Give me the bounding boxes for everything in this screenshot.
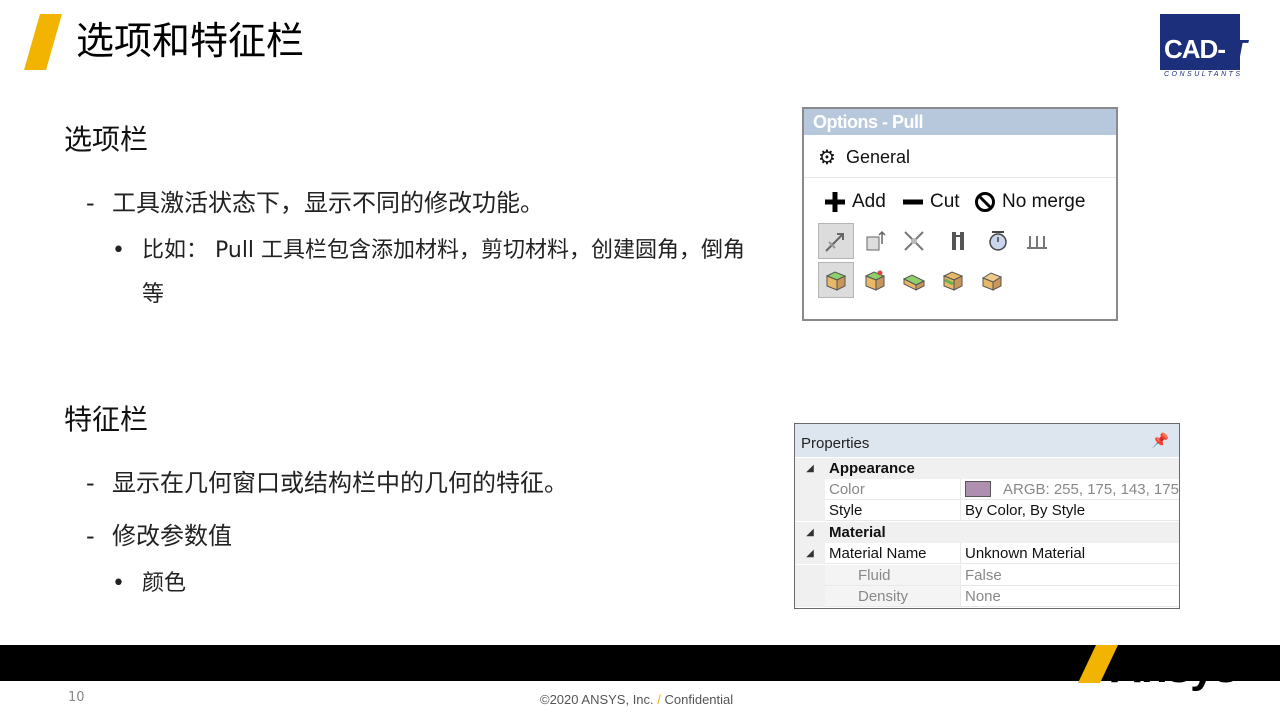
dash-item: - 工具激活状态下，显示不同的修改功能。 — [86, 189, 544, 217]
ruler-icon — [952, 232, 964, 250]
general-section[interactable]: ⚙ General — [818, 145, 910, 170]
property-row-material-name[interactable]: ◢ Material Name Unknown Material — [795, 543, 1179, 564]
clock-icon — [989, 231, 1007, 251]
properties-header: Properties 📌 — [795, 424, 1179, 457]
property-row-color[interactable]: Color ARGB: 255, 175, 143, 175 — [795, 479, 1179, 500]
pivot-tool[interactable] — [896, 223, 932, 259]
page-number: 10 — [68, 690, 85, 705]
measure-tool[interactable] — [1019, 223, 1055, 259]
round-tool[interactable] — [935, 262, 971, 298]
full-pull-tool[interactable] — [980, 223, 1016, 259]
properties-panel: Properties 📌 ◢ Appearance Color ARGB: 25… — [794, 423, 1180, 609]
divider — [804, 177, 1116, 178]
section-heading-options: 选项栏 — [64, 123, 149, 156]
ruler-tool[interactable] — [941, 223, 977, 259]
prohibited-icon — [975, 192, 995, 212]
property-row-density: Density None — [795, 586, 1179, 607]
dash-item: - 修改参数值 — [86, 522, 232, 550]
plus-icon — [825, 192, 845, 212]
collapse-icon[interactable]: ◢ — [795, 543, 825, 564]
options-pull-panel: Options - Pull ⚙ General Add Cut No merg… — [802, 107, 1118, 321]
logo-text: CAD-IT — [1164, 34, 1247, 64]
select-direction-tool[interactable] — [818, 223, 854, 259]
box-round-icon — [942, 271, 964, 291]
box-chamfer-icon — [981, 272, 1003, 291]
collapse-icon[interactable]: ◢ — [795, 458, 825, 479]
ansys-logo: Ansys — [1110, 643, 1238, 692]
general-label: General — [845, 147, 910, 167]
section-heading-properties: 特征栏 — [64, 403, 149, 436]
category-row-material[interactable]: ◢ Material — [795, 522, 1179, 543]
dash-item: - 显示在几何窗口或结构栏中的几何的特征。 — [86, 469, 568, 497]
up-to-icon — [866, 230, 886, 251]
pin-icon[interactable]: 📌 — [1152, 432, 1169, 449]
extrude-tool[interactable] — [818, 262, 854, 298]
chamfer-tool[interactable] — [974, 262, 1010, 298]
box-revolve-icon — [864, 270, 886, 291]
up-to-tool[interactable] — [857, 223, 893, 259]
title-accent-slash — [24, 14, 62, 70]
slide-title: 选项和特征栏 — [76, 19, 305, 63]
bullet-item: • 颜色 — [112, 571, 187, 596]
pivot-icon — [904, 231, 924, 251]
add-mode-button[interactable]: Add — [824, 191, 886, 213]
cut-mode-button[interactable]: Cut — [902, 191, 960, 213]
box-sweep-icon — [902, 274, 926, 291]
sweep-tool[interactable] — [896, 262, 932, 298]
measure-icon — [1027, 236, 1047, 249]
options-panel-title: Options - Pull — [804, 109, 1116, 135]
category-row-appearance[interactable]: ◢ Appearance — [795, 458, 1179, 479]
tool-row-2 — [818, 262, 1013, 298]
no-merge-mode-button[interactable]: No merge — [974, 191, 1085, 213]
copyright: ©2020 ANSYS, Inc. / Confidential — [540, 692, 734, 707]
properties-title: Properties — [801, 435, 870, 452]
property-row-fluid: Fluid False — [795, 565, 1179, 586]
box-extrude-icon — [825, 271, 847, 291]
tool-row-1 — [818, 223, 1058, 259]
cad-it-logo: CAD-IT CONSULTANTS — [1160, 14, 1278, 80]
logo-subtitle: CONSULTANTS — [1164, 71, 1243, 78]
property-row-style[interactable]: Style By Color, By Style — [795, 500, 1179, 521]
arrow-select-icon — [825, 233, 844, 252]
revolve-tool[interactable] — [857, 262, 893, 298]
color-swatch[interactable] — [965, 481, 991, 497]
gear-icon: ⚙ — [818, 147, 836, 169]
minus-icon — [903, 199, 923, 205]
bullet-item: • 比如： Pull 工具栏包含添加材料，剪切材料，创建圆角，倒角等 — [112, 238, 746, 307]
collapse-icon[interactable]: ◢ — [795, 522, 825, 543]
